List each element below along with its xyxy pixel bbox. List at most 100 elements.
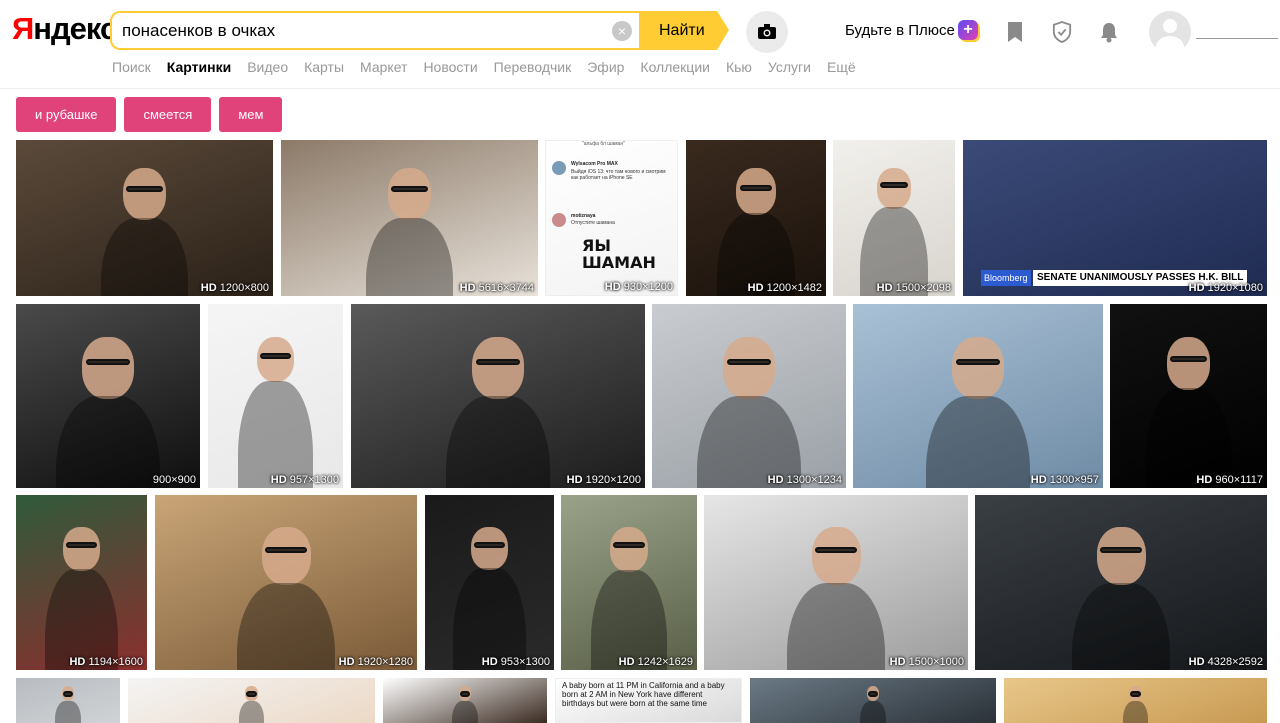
- image-result[interactable]: HD 1200×1482: [686, 140, 826, 296]
- nav-efir[interactable]: Эфир: [587, 59, 624, 77]
- username-placeholder[interactable]: [1196, 38, 1278, 39]
- tweet-top-text: "альфа бл шаман": [582, 141, 625, 147]
- image-result[interactable]: HD 1300×1234: [652, 304, 846, 488]
- nav-translate[interactable]: Переводчик: [494, 59, 572, 77]
- nav-more[interactable]: Ещё: [827, 59, 856, 77]
- yandex-logo[interactable]: Яндекс: [12, 11, 117, 47]
- image-result[interactable]: HD 1194×1600: [16, 495, 147, 670]
- image-result[interactable]: HD 1500×1000: [704, 495, 968, 670]
- find-button[interactable]: Найти: [639, 11, 729, 50]
- person-silhouette-head: [261, 526, 311, 586]
- image-result[interactable]: HD 1920×1280: [155, 495, 417, 670]
- sunglasses-icon: [126, 186, 163, 193]
- image-result[interactable]: Bloomberg SENATE UNANIMOUSLY PASSES H.K.…: [963, 140, 1267, 296]
- person-silhouette-head: [122, 168, 167, 221]
- person-silhouette-head: [723, 337, 775, 399]
- resolution-label: HD 930×1200: [604, 281, 673, 293]
- hd-badge: HD: [1030, 474, 1050, 486]
- hd-badge: HD: [604, 281, 624, 293]
- sunglasses-icon: [66, 541, 97, 548]
- sunglasses-icon: [1100, 547, 1142, 554]
- chip-laughing[interactable]: смеется: [124, 97, 212, 132]
- person-silhouette-head: [63, 526, 100, 571]
- image-result[interactable]: HD 1300×957: [853, 304, 1103, 488]
- sunglasses-icon: [613, 542, 645, 549]
- hd-badge: HD: [767, 474, 787, 486]
- person-silhouette-body: [237, 582, 335, 670]
- collections-icon[interactable]: [1005, 21, 1025, 43]
- search-box: ×: [110, 11, 640, 50]
- nav-q[interactable]: Кью: [726, 59, 752, 77]
- image-result[interactable]: HD 1242×1629: [561, 495, 697, 670]
- avatar-head-shape: [1163, 19, 1177, 33]
- image-result[interactable]: [16, 678, 120, 723]
- shield-icon[interactable]: [1052, 21, 1072, 43]
- person-silhouette-body: [446, 396, 550, 488]
- baby-text: A baby born at 11 PM in California and a…: [562, 681, 725, 708]
- image-result[interactable]: HD 1500×2098: [833, 140, 955, 296]
- service-nav: Поиск Картинки Видео Карты Маркет Новост…: [112, 59, 872, 77]
- sunglasses-icon: [879, 182, 909, 189]
- image-result[interactable]: HD 1920×1200: [351, 304, 645, 488]
- image-result[interactable]: 900×900: [16, 304, 200, 488]
- image-result[interactable]: HD 960×1117: [1110, 304, 1267, 488]
- chip-meme[interactable]: мем: [219, 97, 283, 132]
- resolution-label: HD 1200×1482: [747, 282, 822, 294]
- sunglasses-icon: [727, 358, 771, 365]
- person-silhouette-head: [387, 168, 432, 221]
- search-input[interactable]: [122, 13, 602, 48]
- nav-images[interactable]: Картинки: [167, 59, 231, 77]
- plus-link[interactable]: Будьте в Плюсе: [845, 22, 955, 39]
- image-result[interactable]: HD 957×1300: [208, 304, 343, 488]
- tweet-avatar: [552, 161, 566, 175]
- image-result[interactable]: "альфа бл шаман" Wylsacom Pro MAX Выйдя …: [545, 140, 678, 296]
- hd-badge: HD: [459, 282, 479, 294]
- nav-services[interactable]: Услуги: [768, 59, 811, 77]
- plus-badge-icon[interactable]: +: [958, 20, 978, 40]
- image-result[interactable]: HD 953×1300: [425, 495, 554, 670]
- person-silhouette-body: [1122, 700, 1149, 723]
- resolution-label: HD 1194×1600: [69, 656, 143, 668]
- nav-market[interactable]: Маркет: [360, 59, 407, 77]
- resolution-label: HD 1920×1200: [566, 474, 641, 486]
- nav-maps[interactable]: Карты: [304, 59, 344, 77]
- image-search-camera-button[interactable]: [746, 11, 788, 53]
- sunglasses-icon: [474, 541, 505, 548]
- bloomberg-brand: Bloomberg: [981, 270, 1031, 286]
- image-result[interactable]: [383, 678, 547, 723]
- hd-badge: HD: [69, 656, 89, 668]
- sunglasses-icon: [815, 547, 857, 554]
- chip-shirt[interactable]: и рубашке: [16, 97, 117, 132]
- nav-collections[interactable]: Коллекции: [640, 59, 710, 77]
- nav-video[interactable]: Видео: [247, 59, 288, 77]
- person-silhouette-body: [860, 700, 886, 723]
- sunglasses-icon: [391, 186, 428, 193]
- tweet-avatar: [552, 213, 566, 227]
- bell-icon[interactable]: [1099, 21, 1119, 43]
- image-result[interactable]: HD 1200×800: [16, 140, 273, 296]
- nav-news[interactable]: Новости: [423, 59, 477, 77]
- sunglasses-icon: [1130, 691, 1141, 698]
- clear-search-icon[interactable]: ×: [612, 21, 632, 41]
- person-silhouette-body: [55, 700, 81, 723]
- person-silhouette-body: [56, 396, 160, 488]
- image-result[interactable]: [128, 678, 375, 723]
- resolution-label: HD 1500×1000: [889, 656, 964, 668]
- hd-badge: HD: [481, 656, 501, 668]
- image-result[interactable]: A baby born at 11 PM in California and a…: [555, 678, 742, 723]
- image-result[interactable]: [1004, 678, 1267, 723]
- person-silhouette-body: [100, 218, 189, 296]
- person-silhouette-head: [82, 337, 134, 399]
- resolution-label: HD 1500×2098: [876, 282, 951, 294]
- image-result[interactable]: HD 5616×3744: [281, 140, 538, 296]
- camera-icon: [758, 24, 776, 39]
- user-avatar[interactable]: [1149, 11, 1191, 53]
- nav-search[interactable]: Поиск: [112, 59, 151, 77]
- resolution-label: HD 1242×1629: [618, 656, 693, 668]
- image-result[interactable]: HD 4328×2592: [975, 495, 1267, 670]
- sunglasses-icon: [739, 184, 773, 191]
- hd-badge: HD: [1188, 282, 1208, 294]
- image-result[interactable]: [750, 678, 996, 723]
- person-silhouette-head: [256, 337, 295, 383]
- hd-badge: HD: [270, 474, 290, 486]
